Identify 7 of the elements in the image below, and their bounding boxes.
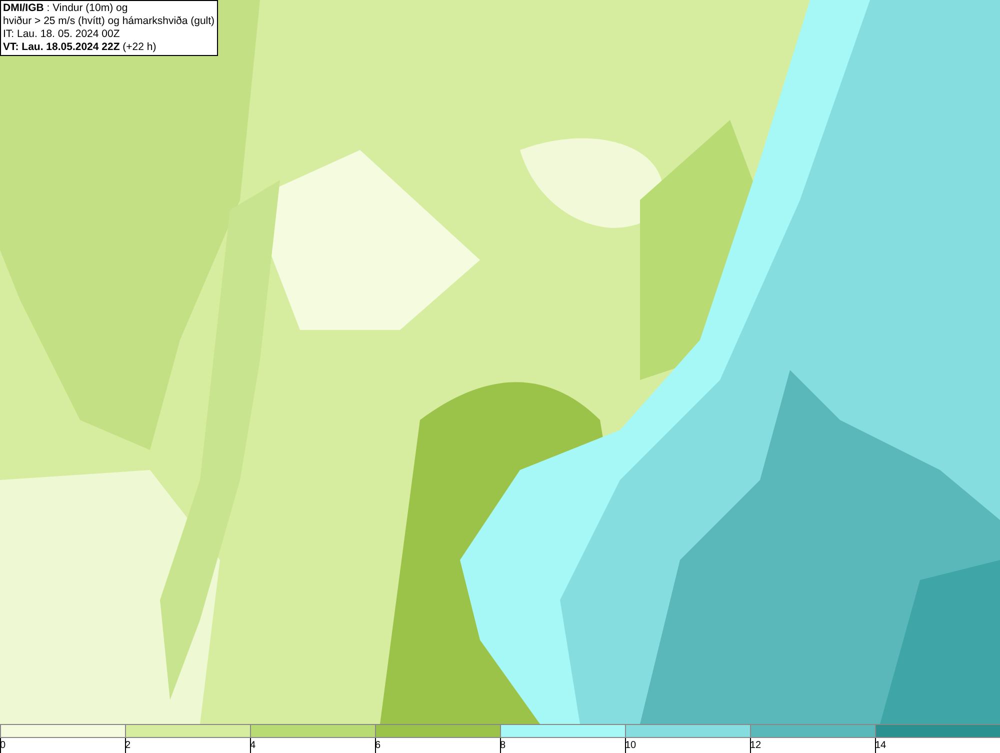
- legend-label: 10: [625, 739, 638, 753]
- info-text: VT: Lau. 18.05.2024 22Z (+22 h): [3, 41, 158, 54]
- info-text: hviður > 25 m/s (hvítt) og hámarkshviða (gult): [3, 15, 215, 28]
- legend-label: 14: [875, 739, 888, 753]
- info-text: DMI/IGB : Vindur (10m) og: [3, 2, 129, 15]
- legend-label: 12: [750, 739, 762, 753]
- info-text: IT: Lau. 18. 05. 2024 00Z: [3, 28, 121, 41]
